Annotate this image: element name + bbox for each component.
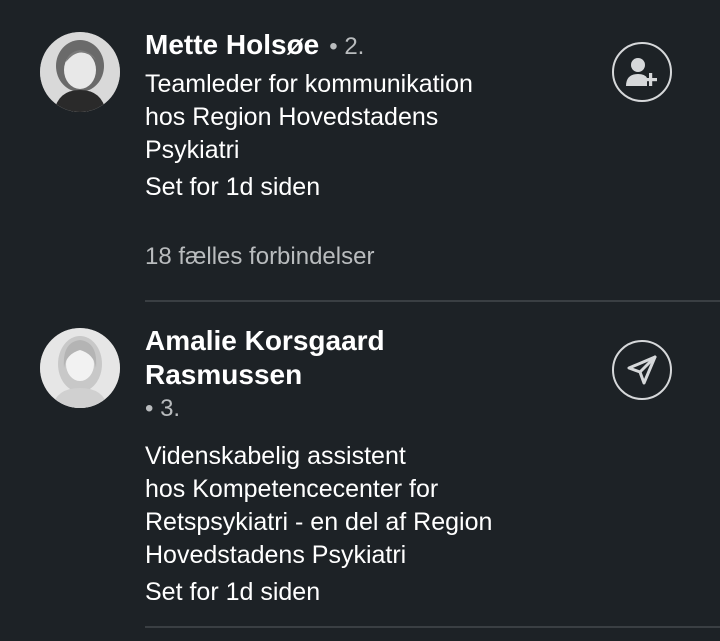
avatar[interactable] [40,328,120,408]
headline-line: Psykiatri [145,136,240,164]
headline-line: hos Kompetencecenter for [145,475,439,503]
headline-line: Videnskabelig assistent [145,442,406,470]
profile-info: Amalie Korsgaard Rasmussen • 3. Videnska… [145,324,585,609]
connection-degree: • 2. [329,33,365,60]
profile-headline: Teamleder for kommunikation hos Region H… [145,68,585,167]
divider [145,626,720,628]
profile-name-text[interactable]: Amalie Korsgaard [145,324,585,358]
send-message-icon [627,355,657,385]
connect-button[interactable] [612,42,672,102]
connection-degree: • 3. [145,395,181,422]
connect-icon [626,58,657,86]
profile-headline: Videnskabelig assistent hos Kompetencece… [145,440,585,572]
send-message-button[interactable] [612,340,672,400]
headline-line: Retspsykiatri - en del af Region [145,508,493,536]
headline-line: hos Region Hovedstadens [145,103,439,131]
profile-viewer-card[interactable]: Amalie Korsgaard Rasmussen • 3. Videnska… [0,302,720,628]
avatar-photo-icon [40,32,120,112]
headline-line: Hovedstadens Psykiatri [145,541,407,569]
mutual-connections[interactable]: 18 fælles forbindelser [145,242,585,272]
profile-info: Mette Holsøe • 2. Teamleder for kommunika… [145,28,585,272]
profile-name-text[interactable]: Mette Holsøe [145,29,319,60]
profile-viewer-card[interactable]: Mette Holsøe • 2. Teamleder for kommunika… [0,0,720,302]
seen-timestamp: Set for 1d siden [145,578,321,606]
profile-name-text[interactable]: Rasmussen [145,358,585,392]
profile-name[interactable]: Mette Holsøe • 2. [145,28,585,64]
headline-line: Teamleder for kommunikation [145,70,473,98]
avatar-photo-icon [40,328,120,408]
seen-timestamp: Set for 1d siden [145,173,321,201]
profile-name[interactable]: Amalie Korsgaard Rasmussen [145,324,585,392]
avatar[interactable] [40,32,120,112]
